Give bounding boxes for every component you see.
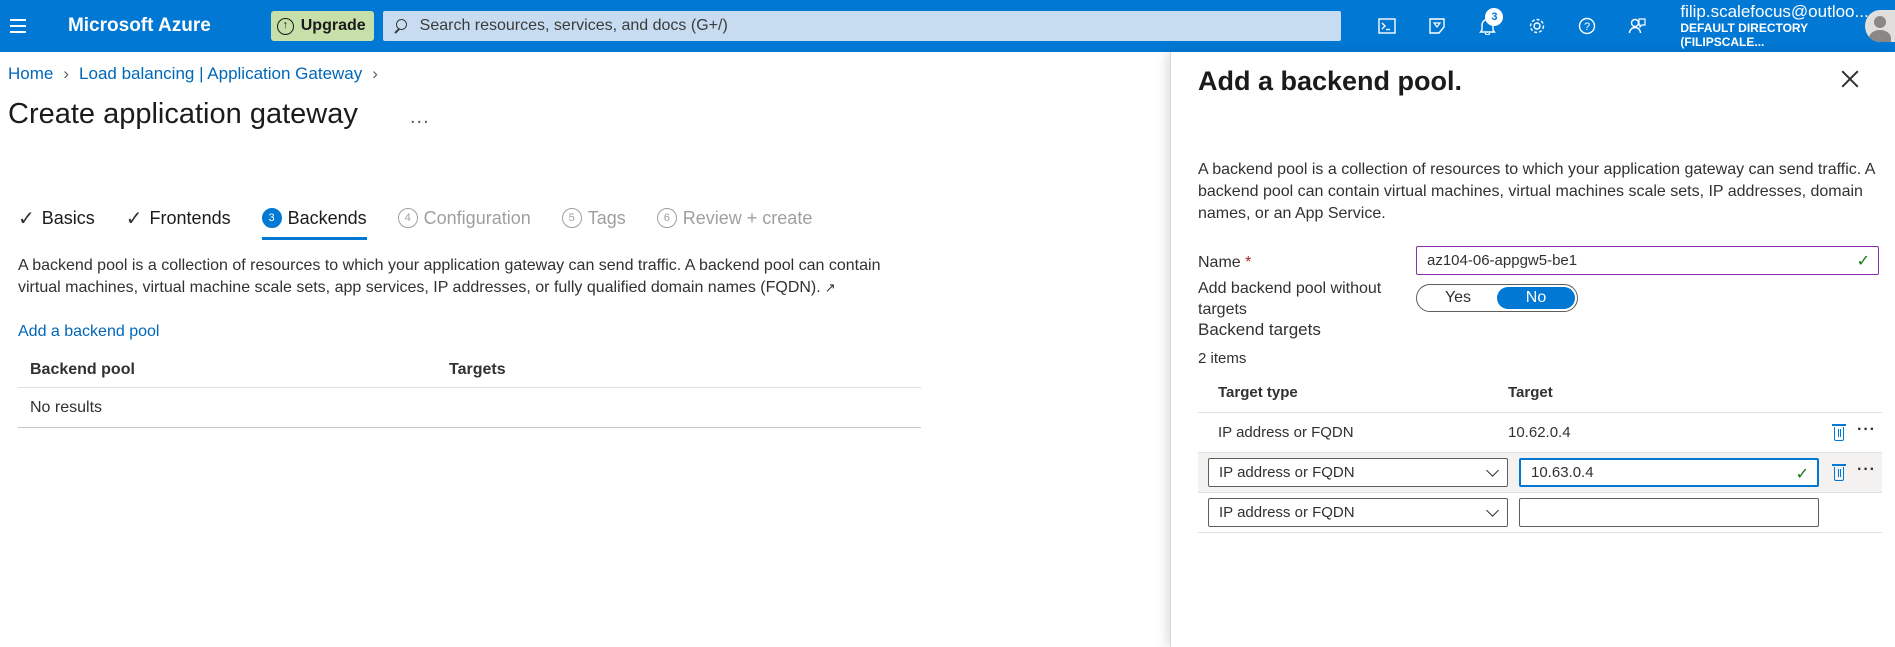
target-type-dropdown[interactable]: IP address or FQDN xyxy=(1208,498,1508,527)
target-input-value: 10.63.0.4 xyxy=(1531,464,1594,481)
column-header-targets[interactable]: Targets xyxy=(449,361,506,379)
avatar[interactable] xyxy=(1865,10,1895,42)
table-header: Backend pool Targets xyxy=(18,352,921,388)
tab-label: Review + create xyxy=(682,207,813,228)
target-type-dropdown[interactable]: IP address or FQDN xyxy=(1208,458,1508,487)
directory-filter-icon[interactable] xyxy=(1412,0,1462,52)
backends-description-text: A backend pool is a collection of resour… xyxy=(18,257,881,296)
breadcrumb-home[interactable]: Home xyxy=(8,64,53,84)
feedback-icon[interactable] xyxy=(1612,0,1662,52)
no-targets-label: Add backend pool without targets xyxy=(1198,280,1382,318)
tab-label: Configuration xyxy=(423,207,531,228)
chevron-down-icon xyxy=(1486,504,1499,517)
notifications-bell-icon[interactable]: 3 xyxy=(1462,0,1512,52)
tab-basics[interactable]: ✓ Basics xyxy=(18,203,95,233)
targets-header: Target type Target xyxy=(1198,373,1882,413)
more-options-icon[interactable]: ... xyxy=(410,106,430,129)
column-header-target-type: Target type xyxy=(1218,384,1298,401)
menu-icon[interactable] xyxy=(0,0,36,52)
tab-label: Basics xyxy=(41,207,95,228)
target-input[interactable] xyxy=(1519,498,1819,527)
add-backend-pool-panel: Add a backend pool. A backend pool is a … xyxy=(1170,52,1895,647)
tab-label: Tags xyxy=(587,207,626,228)
search-input[interactable]: Search resources, services, and docs (G+… xyxy=(382,11,1342,41)
column-header-target: Target xyxy=(1508,384,1553,401)
search-placeholder: Search resources, services, and docs (G+… xyxy=(419,17,728,34)
delete-trash-icon[interactable] xyxy=(1832,424,1846,442)
no-targets-toggle[interactable]: Yes No xyxy=(1416,284,1578,312)
external-link-icon[interactable]: ↗ xyxy=(825,277,836,299)
target-input[interactable]: 10.63.0.4 ✓ xyxy=(1519,458,1819,487)
backends-description: A backend pool is a collection of resour… xyxy=(18,255,908,299)
tab-tags[interactable]: 5 Tags xyxy=(561,203,626,233)
row-more-options-icon[interactable]: ··· xyxy=(1857,461,1876,479)
tab-label: Frontends xyxy=(149,207,231,228)
step-number-badge: 3 xyxy=(261,208,282,228)
name-input[interactable]: az104-06-appgw5-be1 ✓ xyxy=(1416,246,1879,275)
tab-frontends[interactable]: ✓ Frontends xyxy=(126,203,231,233)
upgrade-arrow-icon: ↑ xyxy=(276,17,294,35)
step-number-badge: 5 xyxy=(561,208,582,228)
search-icon xyxy=(393,19,407,33)
wizard-tabs: ✓ Basics ✓ Frontends 3 Backends 4 Config… xyxy=(18,203,843,240)
items-count: 2 items xyxy=(1198,350,1247,367)
chevron-right-icon: › xyxy=(372,64,378,83)
close-icon[interactable] xyxy=(1841,70,1859,88)
account-menu[interactable]: filip.scalefocus@outloo... DEFAULT DIREC… xyxy=(1680,2,1895,49)
cloud-shell-icon[interactable] xyxy=(1362,0,1412,52)
tab-configuration[interactable]: 4 Configuration xyxy=(397,203,531,233)
column-header-backend-pool[interactable]: Backend pool xyxy=(18,361,449,379)
name-label: Name * xyxy=(1198,252,1251,273)
table-row: IP address or FQDN 10.62.0.4 ··· xyxy=(1198,413,1882,453)
table-empty-row: No results xyxy=(18,388,921,428)
target-type-value: IP address or FQDN xyxy=(1219,504,1355,521)
panel-title: Add a backend pool. xyxy=(1198,66,1463,96)
backend-pool-table: Backend pool Targets No results xyxy=(18,352,921,428)
target-type-value: IP address or FQDN xyxy=(1219,464,1355,481)
breadcrumb: Home › Load balancing | Application Gate… xyxy=(8,64,378,84)
toggle-yes[interactable]: Yes xyxy=(1419,287,1497,309)
account-directory: DEFAULT DIRECTORY (FILIPSCALE... xyxy=(1680,20,1808,49)
row-more-options-icon[interactable]: ··· xyxy=(1857,421,1876,439)
notification-count-badge: 3 xyxy=(1485,8,1504,26)
help-icon[interactable]: ? xyxy=(1562,0,1612,52)
chevron-right-icon: › xyxy=(63,64,70,83)
settings-gear-icon[interactable] xyxy=(1512,0,1562,52)
name-label-text: Name xyxy=(1198,254,1241,271)
name-input-value: az104-06-appgw5-be1 xyxy=(1427,252,1578,269)
checkmark-icon: ✓ xyxy=(125,207,143,230)
backend-targets-table: Target type Target IP address or FQDN 10… xyxy=(1198,373,1882,533)
backend-targets-title: Backend targets xyxy=(1198,320,1321,339)
breadcrumb-parent[interactable]: Load balancing | Application Gateway xyxy=(79,64,362,84)
target-cell: 10.62.0.4 xyxy=(1508,424,1571,441)
top-bar: Microsoft Azure ↑ Upgrade Search resourc… xyxy=(0,0,1895,52)
toggle-no[interactable]: No xyxy=(1497,287,1575,309)
account-email: filip.scalefocus@outloo... xyxy=(1680,2,1869,22)
upgrade-button[interactable]: ↑ Upgrade xyxy=(270,11,374,41)
valid-checkmark-icon: ✓ xyxy=(1856,253,1870,270)
required-asterisk: * xyxy=(1245,254,1252,271)
svg-text:?: ? xyxy=(1584,21,1590,33)
page-title: Create application gateway xyxy=(8,98,358,130)
step-number-badge: 4 xyxy=(397,208,418,228)
table-row: IP address or FQDN 10.63.0.4 ✓ ··· xyxy=(1198,453,1882,493)
step-number-badge: 6 xyxy=(656,208,677,228)
target-type-cell: IP address or FQDN xyxy=(1218,424,1354,441)
delete-trash-icon[interactable] xyxy=(1832,464,1846,482)
tab-label: Backends xyxy=(287,207,367,228)
add-backend-pool-link[interactable]: Add a backend pool xyxy=(18,323,159,341)
valid-checkmark-icon: ✓ xyxy=(1795,466,1809,483)
chevron-down-icon xyxy=(1486,464,1499,477)
table-row: IP address or FQDN xyxy=(1198,493,1882,533)
checkmark-icon: ✓ xyxy=(18,207,35,230)
tab-backends[interactable]: 3 Backends xyxy=(261,203,367,240)
panel-description: A backend pool is a collection of resour… xyxy=(1198,161,1875,222)
brand-title[interactable]: Microsoft Azure xyxy=(68,15,238,37)
upgrade-label: Upgrade xyxy=(300,17,366,34)
tab-review-create[interactable]: 6 Review + create xyxy=(656,203,813,233)
